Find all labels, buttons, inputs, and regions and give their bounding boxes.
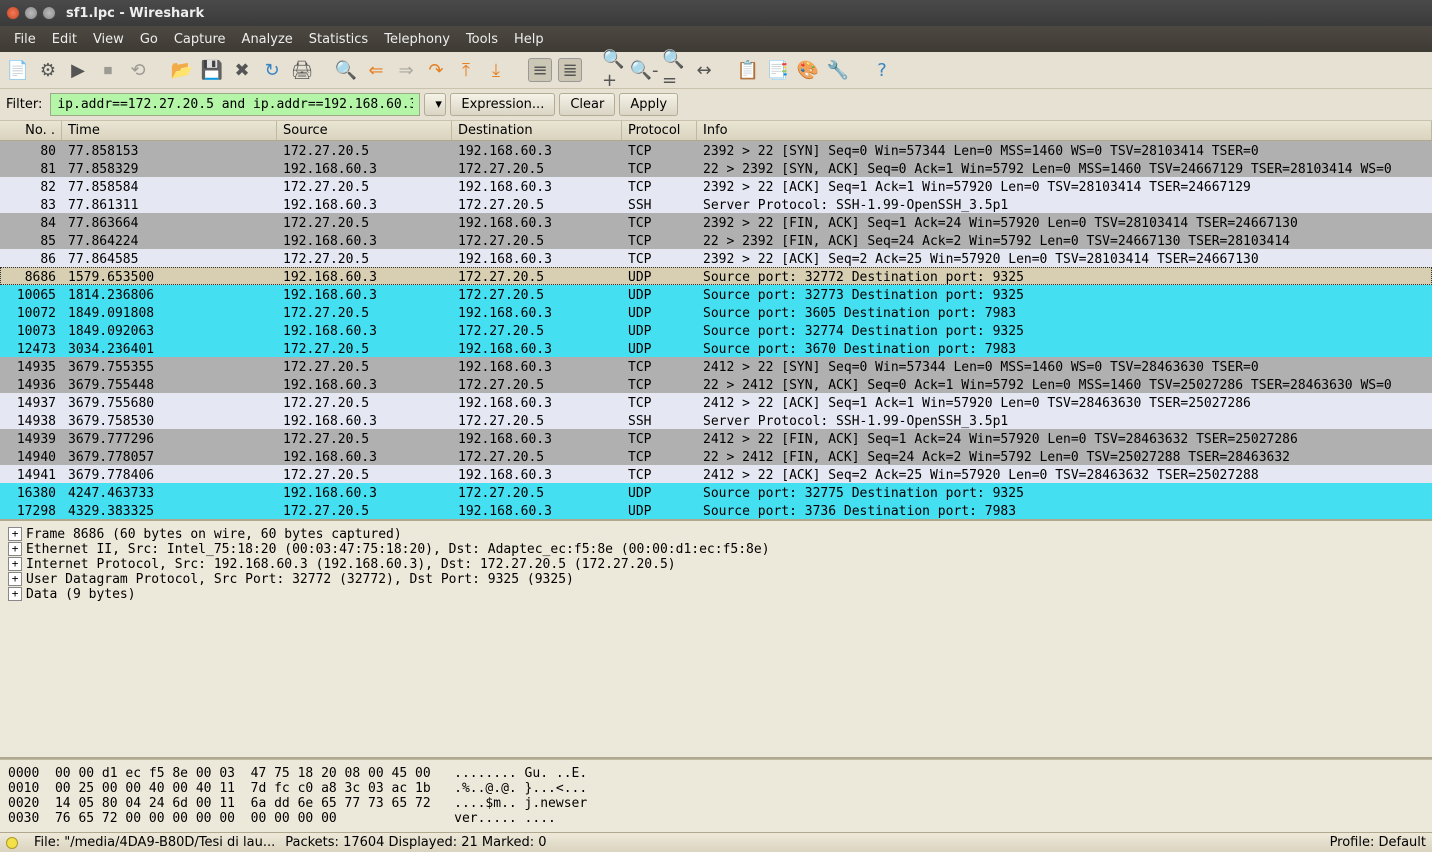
menu-go[interactable]: Go: [132, 29, 166, 50]
packet-list-pane: No. . Time Source Destination Protocol I…: [0, 121, 1432, 521]
close-icon[interactable]: [6, 6, 20, 20]
interfaces-icon[interactable]: 📄: [6, 58, 30, 82]
detail-node[interactable]: +Ethernet II, Src: Intel_75:18:20 (00:03…: [8, 542, 1424, 557]
packet-row[interactable]: 149393679.777296172.27.20.5192.168.60.3T…: [0, 429, 1432, 447]
filter-input[interactable]: [50, 93, 420, 116]
packet-row[interactable]: 163804247.463733192.168.60.3172.27.20.5U…: [0, 483, 1432, 501]
packet-row[interactable]: 100651814.236806192.168.60.3172.27.20.5U…: [0, 285, 1432, 303]
zoom-in-icon[interactable]: 🔍+: [602, 58, 626, 82]
packet-details-pane[interactable]: +Frame 8686 (60 bytes on wire, 60 bytes …: [0, 521, 1432, 759]
maximize-icon[interactable]: [42, 6, 56, 20]
expert-info-icon[interactable]: [6, 837, 18, 849]
packet-row[interactable]: 100721849.091808172.27.20.5192.168.60.3U…: [0, 303, 1432, 321]
packet-row[interactable]: 8477.863664172.27.20.5192.168.60.3TCP239…: [0, 213, 1432, 231]
packet-row[interactable]: 8677.864585172.27.20.5192.168.60.3TCP239…: [0, 249, 1432, 267]
resize-cols-icon[interactable]: ↔: [692, 58, 716, 82]
reload-icon[interactable]: ↻: [260, 58, 284, 82]
coloring-rules-icon[interactable]: 🎨: [796, 58, 820, 82]
save-icon[interactable]: 💾: [200, 58, 224, 82]
packet-row[interactable]: 149353679.755355172.27.20.5192.168.60.3T…: [0, 357, 1432, 375]
zoom-reset-icon[interactable]: 🔍=: [662, 58, 686, 82]
filter-toolbar: Filter: ▾ Expression... Clear Apply: [0, 89, 1432, 121]
menu-view[interactable]: View: [85, 29, 132, 50]
start-capture-icon[interactable]: ▶: [66, 58, 90, 82]
packet-row[interactable]: 149383679.758530192.168.60.3172.27.20.5S…: [0, 411, 1432, 429]
expand-icon[interactable]: +: [8, 572, 22, 586]
menu-edit[interactable]: Edit: [44, 29, 85, 50]
colorize-icon[interactable]: ≡: [528, 58, 552, 82]
col-header-info[interactable]: Info: [697, 121, 1432, 140]
open-file-icon[interactable]: 📂: [170, 58, 194, 82]
packet-row[interactable]: 149373679.755680172.27.20.5192.168.60.3T…: [0, 393, 1432, 411]
prefs-icon[interactable]: 🔧: [826, 58, 850, 82]
status-profile[interactable]: Profile: Default: [1330, 835, 1426, 850]
detail-node[interactable]: +Data (9 bytes): [8, 587, 1424, 602]
autoscroll-icon[interactable]: ≣: [558, 58, 582, 82]
statusbar: File: "/media/4DA9-B80D/Tesi di lau... P…: [0, 832, 1432, 852]
col-header-time[interactable]: Time: [62, 121, 277, 140]
packet-row[interactable]: 149363679.755448192.168.60.3172.27.20.5T…: [0, 375, 1432, 393]
col-header-no[interactable]: No. .: [0, 121, 62, 140]
minimize-icon[interactable]: [24, 6, 38, 20]
detail-node[interactable]: +Internet Protocol, Src: 192.168.60.3 (1…: [8, 557, 1424, 572]
menu-help[interactable]: Help: [506, 29, 552, 50]
go-to-packet-icon[interactable]: ↷: [424, 58, 448, 82]
expand-icon[interactable]: +: [8, 587, 22, 601]
go-first-icon[interactable]: ⤒: [454, 58, 478, 82]
packet-list-header: No. . Time Source Destination Protocol I…: [0, 121, 1432, 141]
stop-capture-icon[interactable]: ⏹: [96, 58, 120, 82]
close-file-icon[interactable]: ✖: [230, 58, 254, 82]
clear-button[interactable]: Clear: [559, 93, 615, 116]
window-titlebar: sf1.lpc - Wireshark: [0, 0, 1432, 26]
menu-capture[interactable]: Capture: [166, 29, 234, 50]
packet-row[interactable]: 8577.864224192.168.60.3172.27.20.5TCP22 …: [0, 231, 1432, 249]
expand-icon[interactable]: +: [8, 542, 22, 556]
col-header-protocol[interactable]: Protocol: [622, 121, 697, 140]
find-icon[interactable]: 🔍: [334, 58, 358, 82]
packet-row[interactable]: 100731849.092063192.168.60.3172.27.20.5U…: [0, 321, 1432, 339]
main-toolbar: 📄 ⚙ ▶ ⏹ ⟲ 📂 💾 ✖ ↻ 🖨 🔍 ⇐ ⇒ ↷ ⤒ ⤓ ≡ ≣ 🔍+ 🔍…: [0, 52, 1432, 89]
packet-row[interactable]: 124733034.236401172.27.20.5192.168.60.3U…: [0, 339, 1432, 357]
menu-analyze[interactable]: Analyze: [234, 29, 301, 50]
menu-telephony[interactable]: Telephony: [376, 29, 458, 50]
capture-filters-icon[interactable]: 📋: [736, 58, 760, 82]
detail-node[interactable]: +User Datagram Protocol, Src Port: 32772…: [8, 572, 1424, 587]
expand-icon[interactable]: +: [8, 557, 22, 571]
go-forward-icon[interactable]: ⇒: [394, 58, 418, 82]
go-back-icon[interactable]: ⇐: [364, 58, 388, 82]
col-header-destination[interactable]: Destination: [452, 121, 622, 140]
packet-row[interactable]: 8177.858329192.168.60.3172.27.20.5TCP22 …: [0, 159, 1432, 177]
packet-row[interactable]: 8277.858584172.27.20.5192.168.60.3TCP239…: [0, 177, 1432, 195]
menubar: FileEditViewGoCaptureAnalyzeStatisticsTe…: [0, 26, 1432, 52]
packet-row[interactable]: 8377.861311192.168.60.3172.27.20.5SSHSer…: [0, 195, 1432, 213]
expression-button[interactable]: Expression...: [450, 93, 555, 116]
detail-node[interactable]: +Frame 8686 (60 bytes on wire, 60 bytes …: [8, 527, 1424, 542]
window-title: sf1.lpc - Wireshark: [66, 6, 204, 21]
filter-label: Filter:: [6, 97, 42, 112]
apply-button[interactable]: Apply: [619, 93, 678, 116]
zoom-out-icon[interactable]: 🔍-: [632, 58, 656, 82]
expand-icon[interactable]: +: [8, 527, 22, 541]
menu-file[interactable]: File: [6, 29, 44, 50]
display-filters-icon[interactable]: 📑: [766, 58, 790, 82]
col-header-source[interactable]: Source: [277, 121, 452, 140]
help-icon[interactable]: ?: [870, 58, 894, 82]
menu-tools[interactable]: Tools: [458, 29, 506, 50]
packet-bytes-pane[interactable]: 0000 00 00 d1 ec f5 8e 00 03 47 75 18 20…: [0, 759, 1432, 832]
packet-row[interactable]: 8077.858153172.27.20.5192.168.60.3TCP239…: [0, 141, 1432, 159]
restart-capture-icon[interactable]: ⟲: [126, 58, 150, 82]
status-counts: Packets: 17604 Displayed: 21 Marked: 0: [285, 835, 546, 850]
packet-row[interactable]: 149413679.778406172.27.20.5192.168.60.3T…: [0, 465, 1432, 483]
packet-row[interactable]: 149403679.778057192.168.60.3172.27.20.5T…: [0, 447, 1432, 465]
packet-row[interactable]: 86861579.653500192.168.60.3172.27.20.5UD…: [0, 267, 1432, 285]
filter-dropdown[interactable]: ▾: [424, 93, 446, 116]
packet-row[interactable]: 172984329.383325172.27.20.5192.168.60.3U…: [0, 501, 1432, 519]
go-last-icon[interactable]: ⤓: [484, 58, 508, 82]
print-icon[interactable]: 🖨: [290, 58, 314, 82]
menu-statistics[interactable]: Statistics: [301, 29, 376, 50]
status-file: File: "/media/4DA9-B80D/Tesi di lau...: [34, 835, 275, 850]
options-icon[interactable]: ⚙: [36, 58, 60, 82]
